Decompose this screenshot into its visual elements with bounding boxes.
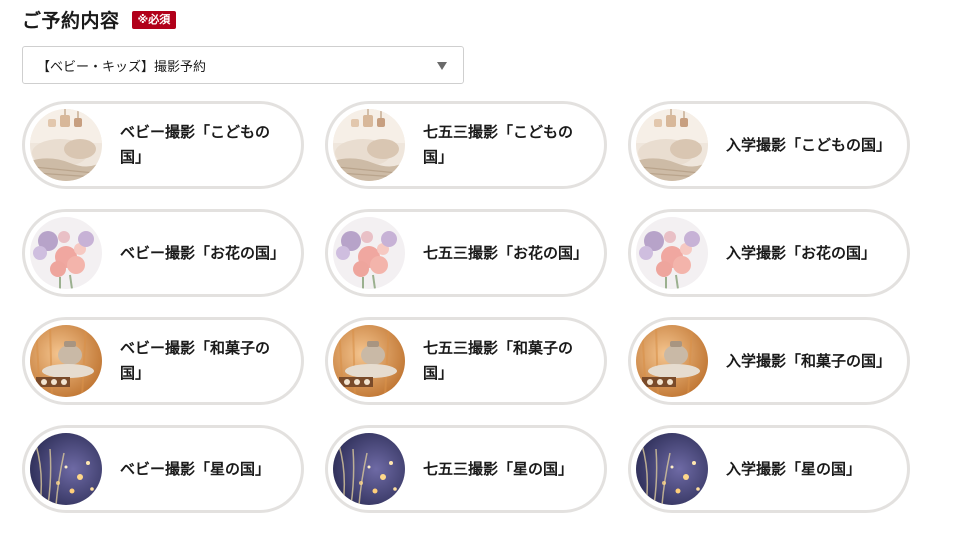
plan-card-label: ベビー撮影「和菓子の国」: [120, 339, 271, 382]
plan-card[interactable]: 七五三撮影「和菓子の国」: [325, 317, 607, 405]
plan-thumbnail-wagashi: [636, 325, 708, 397]
plan-card[interactable]: ベビー撮影「こどもの国」: [22, 101, 304, 189]
plan-thumbnail-kodomo: [30, 109, 102, 181]
plan-card[interactable]: 七五三撮影「お花の国」: [325, 209, 607, 297]
plan-card-label: 七五三撮影「星の国」: [423, 459, 574, 478]
plan-card[interactable]: 入学撮影「こどもの国」: [628, 101, 910, 189]
plan-thumbnail-ohana: [636, 217, 708, 289]
plan-card[interactable]: 入学撮影「お花の国」: [628, 209, 910, 297]
plan-card-label: 七五三撮影「こどもの国」: [423, 123, 574, 166]
plan-card[interactable]: ベビー撮影「星の国」: [22, 425, 304, 513]
plan-card-label: 七五三撮影「お花の国」: [423, 243, 589, 262]
chevron-down-icon: [437, 62, 447, 70]
plan-card[interactable]: ベビー撮影「お花の国」: [22, 209, 304, 297]
plan-card-label: 七五三撮影「和菓子の国」: [423, 339, 574, 382]
plan-card-label: 入学撮影「お花の国」: [726, 243, 877, 262]
plan-select-value: 【ベビー・キッズ】撮影予約: [37, 59, 207, 75]
plan-thumbnail-hoshi: [30, 433, 102, 505]
plan-card-label: ベビー撮影「星の国」: [120, 459, 271, 478]
required-badge: ※必須: [131, 10, 177, 29]
plan-thumbnail-wagashi: [333, 325, 405, 397]
plan-card-label: ベビー撮影「お花の国」: [120, 243, 286, 262]
plan-card[interactable]: ベビー撮影「和菓子の国」: [22, 317, 304, 405]
plan-thumbnail-hoshi: [636, 433, 708, 505]
plan-card[interactable]: 七五三撮影「こどもの国」: [325, 101, 607, 189]
plan-card-label: 入学撮影「和菓子の国」: [726, 351, 892, 370]
section-header: ご予約内容 ※必須: [22, 6, 177, 33]
plan-card[interactable]: 入学撮影「和菓子の国」: [628, 317, 910, 405]
plan-thumbnail-wagashi: [30, 325, 102, 397]
plan-thumbnail-kodomo: [333, 109, 405, 181]
plan-card-label: 入学撮影「星の国」: [726, 459, 862, 478]
page-title: ご予約内容: [22, 10, 120, 32]
plan-card-label: ベビー撮影「こどもの国」: [120, 123, 271, 166]
plan-thumbnail-hoshi: [333, 433, 405, 505]
plan-card[interactable]: 七五三撮影「星の国」: [325, 425, 607, 513]
plan-thumbnail-ohana: [333, 217, 405, 289]
plan-card[interactable]: 入学撮影「星の国」: [628, 425, 910, 513]
plan-select[interactable]: 【ベビー・キッズ】撮影予約: [22, 46, 464, 84]
plan-card-label: 入学撮影「こどもの国」: [726, 135, 892, 154]
plan-thumbnail-kodomo: [636, 109, 708, 181]
plan-thumbnail-ohana: [30, 217, 102, 289]
